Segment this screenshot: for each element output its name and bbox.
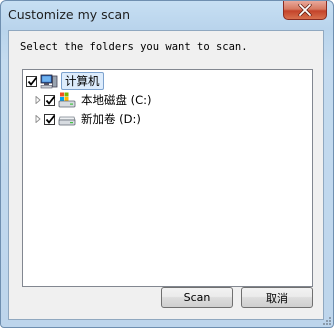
title-bar[interactable]: Customize my scan (1, 1, 333, 29)
tree-checkbox-drive-c[interactable] (44, 94, 56, 106)
scan-button[interactable]: Scan (161, 287, 233, 308)
expand-arrow-icon[interactable] (33, 96, 42, 105)
instruction-text: Select the folders you want to scan. (20, 41, 248, 53)
tree-checkbox-computer[interactable] (26, 75, 38, 87)
system-drive-icon (58, 92, 76, 108)
resize-grip-icon[interactable] (322, 316, 332, 326)
tree-node-drive-c[interactable]: 本地磁盘 (C:) (33, 92, 154, 108)
cancel-button[interactable]: 取消 (241, 287, 313, 308)
close-icon (298, 4, 312, 16)
expand-arrow-icon[interactable] (33, 115, 42, 124)
tree-node-drive-d[interactable]: 新加卷 (D:) (33, 111, 143, 127)
folder-tree[interactable]: 计算机 本地磁盘 (C:) 新加卷 (D:) (22, 69, 313, 287)
computer-icon (40, 74, 58, 89)
dialog-body: Select the folders you want to scan. 计算机 (8, 30, 324, 320)
tree-node-computer[interactable]: 计算机 (26, 72, 104, 90)
tree-label-drive-c: 本地磁盘 (C:) (81, 93, 152, 107)
window-title: Customize my scan (8, 7, 131, 22)
close-button[interactable] (283, 1, 327, 20)
tree-label-computer: 计算机 (61, 72, 104, 90)
tree-checkbox-drive-d[interactable] (44, 113, 56, 125)
tree-label-drive-d: 新加卷 (D:) (81, 112, 141, 126)
dialog-window: Customize my scan Select the folders you… (0, 0, 334, 328)
drive-icon (58, 116, 76, 126)
